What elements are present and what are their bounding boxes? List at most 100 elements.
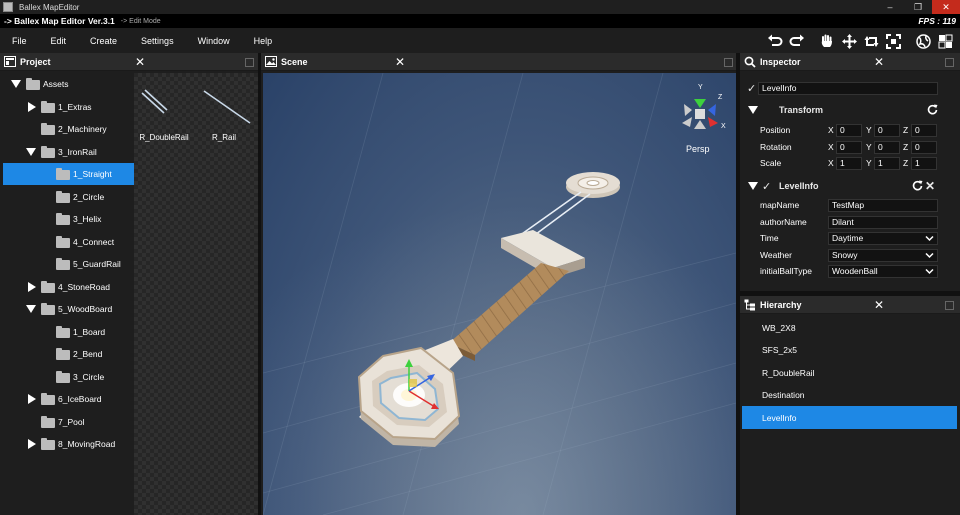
destination-platform[interactable] — [566, 172, 620, 198]
tree-item[interactable]: 4_Connect — [3, 231, 134, 253]
menu-file[interactable]: File — [0, 36, 39, 46]
tree-item[interactable]: 8_MovingRoad — [3, 433, 134, 455]
expand-down-icon[interactable] — [11, 80, 21, 88]
transform-header[interactable]: Transform — [740, 102, 960, 118]
expand-down-icon[interactable] — [26, 305, 36, 313]
field-input[interactable]: TestMap — [828, 198, 938, 212]
menu-window[interactable]: Window — [186, 36, 242, 46]
expand-right-icon[interactable] — [28, 394, 36, 404]
expand-right-icon[interactable] — [28, 439, 36, 449]
hierarchy-item[interactable]: WB_2X8 — [742, 316, 957, 339]
levelinfo-component-header[interactable]: ✓ LevelInfo ✕ — [740, 178, 960, 194]
expand-right-icon[interactable] — [28, 101, 36, 112]
globe-icon[interactable] — [912, 31, 934, 51]
minimize-button[interactable]: – — [876, 0, 904, 14]
transform-x-field[interactable]: 1 — [836, 156, 862, 170]
axis-label-y: Y — [866, 125, 872, 135]
reset-icon[interactable] — [912, 180, 923, 191]
transform-y-field[interactable]: 0 — [874, 123, 900, 137]
transform-row: Scale X 1 Y 1 Z 1 — [740, 155, 960, 171]
reset-icon[interactable] — [927, 104, 938, 115]
window-title: Ballex MapEditor — [19, 2, 80, 12]
scale-icon[interactable] — [882, 31, 904, 51]
menu-create[interactable]: Create — [78, 36, 129, 46]
hierarchy-icon — [744, 299, 756, 311]
project-panel-header: Project ✕ — [0, 53, 258, 71]
move-icon[interactable] — [838, 31, 860, 51]
inspector-panel-header: Inspector ✕ — [740, 53, 960, 71]
transform-x-field[interactable]: 0 — [836, 140, 862, 154]
object-name-field[interactable]: LevelInfo — [758, 81, 938, 95]
collapse-icon[interactable] — [748, 182, 758, 190]
transform-y-field[interactable]: 0 — [874, 140, 900, 154]
asset-item[interactable]: R_Rail — [194, 73, 254, 143]
expand-right-icon[interactable] — [28, 281, 36, 292]
hierarchy-item[interactable]: SFS_2x5 — [742, 339, 957, 362]
tree-item[interactable]: 2_Circle — [3, 186, 134, 208]
field-dropdown[interactable]: Daytime — [828, 231, 938, 245]
field-dropdown[interactable]: WoodenBall — [828, 264, 938, 278]
menu-edit[interactable]: Edit — [39, 36, 79, 46]
hierarchy-maximize-icon[interactable] — [945, 301, 954, 310]
maximize-button[interactable]: ❐ — [904, 0, 932, 14]
scene-viewport[interactable]: Y Z X Persp — [263, 73, 736, 515]
close-window-button[interactable]: ✕ — [932, 0, 960, 14]
rotate-icon[interactable] — [860, 31, 882, 51]
panel-divider[interactable] — [258, 53, 261, 515]
tree-item[interactable]: 2_Machinery — [3, 118, 134, 140]
menu-settings[interactable]: Settings — [129, 36, 186, 46]
tree-item-label: 3_Helix — [73, 214, 102, 224]
transform-z-field[interactable]: 0 — [911, 123, 937, 137]
redo-icon[interactable] — [786, 31, 808, 51]
field-dropdown[interactable]: Snowy — [828, 248, 938, 262]
collapse-icon[interactable] — [748, 106, 758, 114]
transform-x-field[interactable]: 0 — [836, 123, 862, 137]
fps-counter: FPS : 119 — [918, 16, 956, 26]
tree-item[interactable]: 6_IceBoard — [3, 388, 134, 410]
projection-label[interactable]: Persp — [686, 144, 710, 154]
transform-z-field[interactable]: 1 — [911, 156, 937, 170]
panel-divider[interactable] — [740, 291, 960, 296]
menu-help[interactable]: Help — [242, 36, 285, 46]
undo-icon[interactable] — [764, 31, 786, 51]
project-maximize-icon[interactable] — [245, 58, 254, 67]
hand-icon[interactable] — [816, 31, 838, 51]
tree-item[interactable]: 3_IronRail — [3, 141, 134, 163]
hierarchy-item[interactable]: Destination — [742, 384, 957, 407]
expand-down-icon[interactable] — [26, 147, 36, 156]
hierarchy-panel-title: Hierarchy — [760, 299, 802, 310]
active-checkbox[interactable]: ✓ — [747, 82, 756, 95]
hierarchy-item[interactable]: R_DoubleRail — [742, 361, 957, 384]
scene-maximize-icon[interactable] — [724, 58, 733, 67]
project-close-icon[interactable]: ✕ — [135, 53, 145, 71]
transform-y-field[interactable]: 1 — [874, 156, 900, 170]
component-title: LevelInfo — [779, 181, 819, 191]
hierarchy-item-label: LevelInfo — [762, 412, 797, 423]
inspector-maximize-icon[interactable] — [945, 58, 954, 67]
grid-toggle-icon[interactable] — [934, 31, 956, 51]
tree-item[interactable]: 7_Pool — [3, 411, 134, 433]
scene-close-icon[interactable]: ✕ — [395, 53, 405, 71]
enable-checkbox[interactable]: ✓ — [762, 180, 771, 193]
transform-z-field[interactable]: 0 — [911, 140, 937, 154]
tree-item[interactable]: Assets — [3, 73, 134, 95]
image-icon — [265, 56, 277, 68]
inspector-close-icon[interactable]: ✕ — [874, 53, 884, 71]
field-input[interactable]: Dilant — [828, 215, 938, 229]
tree-item[interactable]: 2_Bend — [3, 343, 134, 365]
tree-item[interactable]: 4_StoneRoad — [3, 276, 134, 298]
menu-bar: File Edit Create Settings Window Help — [0, 28, 960, 53]
tree-item[interactable]: 3_Helix — [3, 208, 134, 230]
field-label: Time — [760, 233, 779, 243]
tree-item[interactable]: 5_WoodBoard — [3, 298, 134, 320]
hierarchy-close-icon[interactable]: ✕ — [874, 296, 884, 314]
tree-item[interactable]: 1_Board — [3, 321, 134, 343]
tree-item[interactable]: 1_Extras — [3, 96, 134, 118]
axis-label-z: Z — [903, 142, 909, 152]
tree-item[interactable]: 3_Circle — [3, 366, 134, 388]
tree-item[interactable]: 5_GuardRail — [3, 253, 134, 275]
hierarchy-item[interactable]: LevelInfo — [742, 406, 957, 430]
asset-item[interactable]: R_DoubleRail — [134, 73, 194, 143]
remove-component-icon[interactable]: ✕ — [925, 179, 935, 193]
tree-item[interactable]: 1_Straight — [3, 163, 134, 185]
